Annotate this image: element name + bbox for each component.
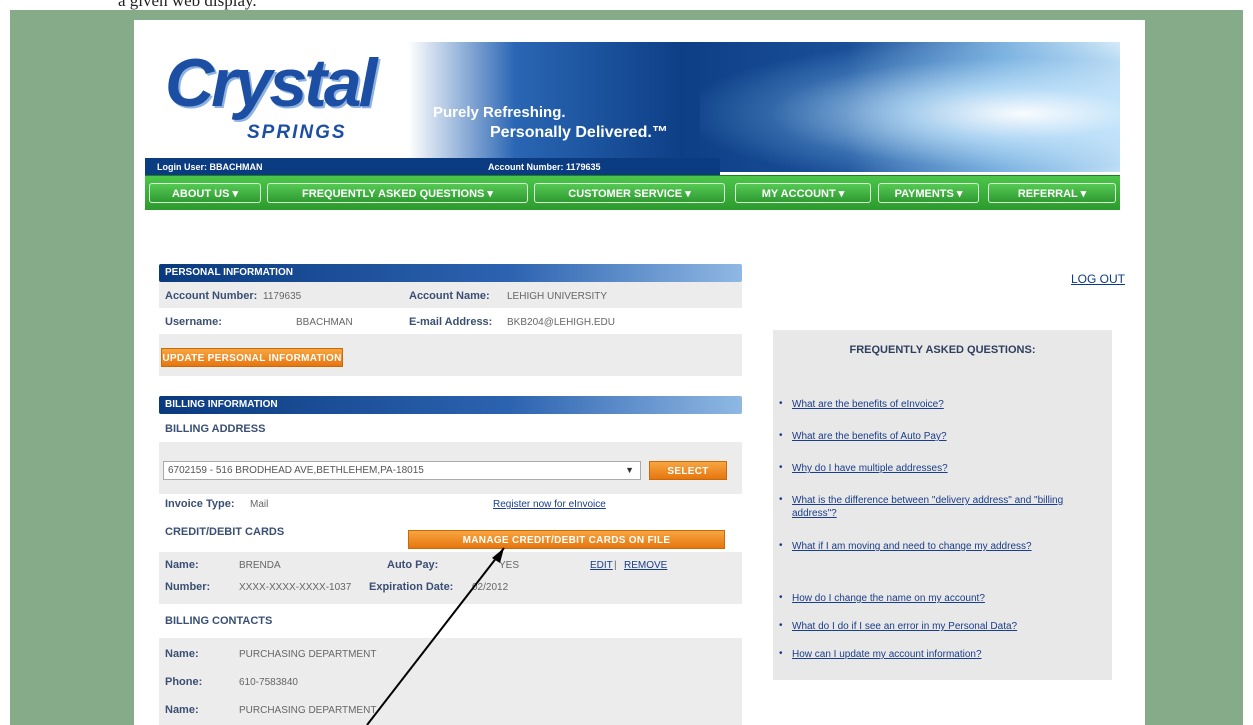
annotation-arrow: [366, 547, 505, 725]
